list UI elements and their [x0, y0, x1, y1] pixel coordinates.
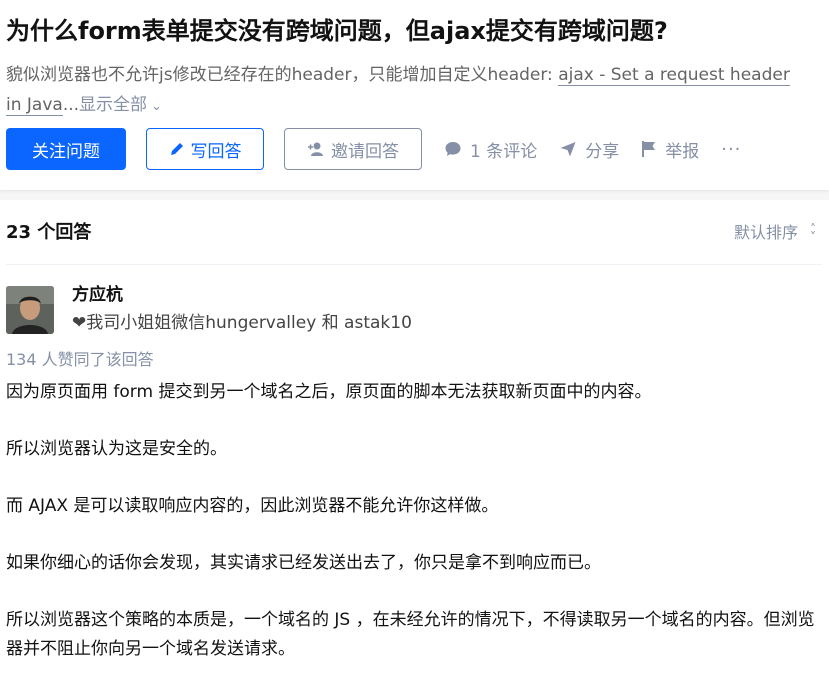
share-button[interactable]: 分享: [559, 137, 619, 162]
question-actions: 关注问题 写回答 邀请回答 1 条评论 分享 举报 ···: [6, 128, 741, 170]
comments-label: 1 条评论: [470, 141, 538, 162]
question-excerpt[interactable]: 貌似浏览器也不允许js修改已经存在的header，只能增加自定义header: …: [6, 60, 806, 122]
avatar-image: [6, 286, 54, 334]
sort-label: 默认排序: [733, 223, 798, 242]
excerpt-text: 貌似浏览器也不允许js修改已经存在的header，只能增加自定义header:: [6, 65, 559, 85]
upvote-count: 134 人赞同了该回答: [6, 350, 154, 369]
comments-button[interactable]: 1 条评论: [444, 137, 537, 162]
write-answer-label: 写回答: [190, 141, 242, 162]
chevron-down-icon: ⌄: [151, 99, 162, 114]
flag-icon: [642, 141, 656, 157]
question-title[interactable]: 为什么form表单提交没有跨域问题，但ajax提交有跨域问题?: [6, 14, 826, 48]
divider: [6, 264, 822, 265]
question-card: 为什么form表单提交没有跨域问题，但ajax提交有跨域问题? 貌似浏览器也不允…: [0, 0, 829, 190]
report-label: 举报: [665, 141, 700, 162]
answers-header: 23 个回答 默认排序 ˄ ˅: [6, 218, 822, 248]
sort-dropdown[interactable]: 默认排序 ˄ ˅: [734, 218, 816, 248]
invite-answer-label: 邀请回答: [331, 141, 399, 162]
report-button[interactable]: 举报: [641, 137, 699, 162]
answers-card: 23 个回答 默认排序 ˄ ˅ 方应杭 ❤我司小姐姐微信hungervalley …: [0, 200, 829, 675]
answers-count: 23 个回答: [6, 222, 92, 243]
expand-button[interactable]: 显示全部 ⌄: [79, 95, 162, 115]
more-options-icon[interactable]: ···: [721, 139, 741, 160]
answer-paragraph: 如果你细心的话你会发现，其实请求已经发送出去了，你只是拿不到响应而已。: [6, 553, 601, 573]
answer-paragraph: 所以浏览器认为这是安全的。: [6, 439, 227, 459]
paper-plane-icon: [560, 142, 576, 157]
write-answer-button[interactable]: 写回答: [146, 128, 264, 170]
sort-icon: ˄ ˅: [810, 222, 816, 244]
share-label: 分享: [585, 141, 620, 162]
add-user-icon: [308, 142, 323, 156]
author-bio: ❤我司小姐姐微信hungervalley 和 astak10: [72, 313, 412, 333]
pencil-icon: [170, 143, 183, 155]
avatar[interactable]: [6, 286, 54, 334]
answer-paragraph: 因为原页面用 form 提交到另一个域名之后，原页面的脚本无法获取新页面中的内容…: [6, 382, 652, 402]
invite-answer-button[interactable]: 邀请回答: [284, 128, 422, 170]
answer-paragraph: 所以浏览器这个策略的本质是，一个域名的 JS ，在未经允许的情况下，不得读取另一…: [6, 610, 815, 659]
answer-paragraph: 而 AJAX 是可以读取响应内容的，因此浏览器不能允许你这样做。: [6, 496, 499, 516]
expand-label: 显示全部: [79, 95, 148, 115]
excerpt-ellipsis: ...: [62, 95, 80, 115]
comment-icon: [445, 142, 461, 156]
answer-content: 因为原页面用 form 提交到另一个域名之后，原页面的脚本无法获取新页面中的内容…: [6, 378, 816, 664]
author-name[interactable]: 方应杭: [72, 282, 123, 308]
follow-question-button[interactable]: 关注问题: [6, 128, 126, 170]
